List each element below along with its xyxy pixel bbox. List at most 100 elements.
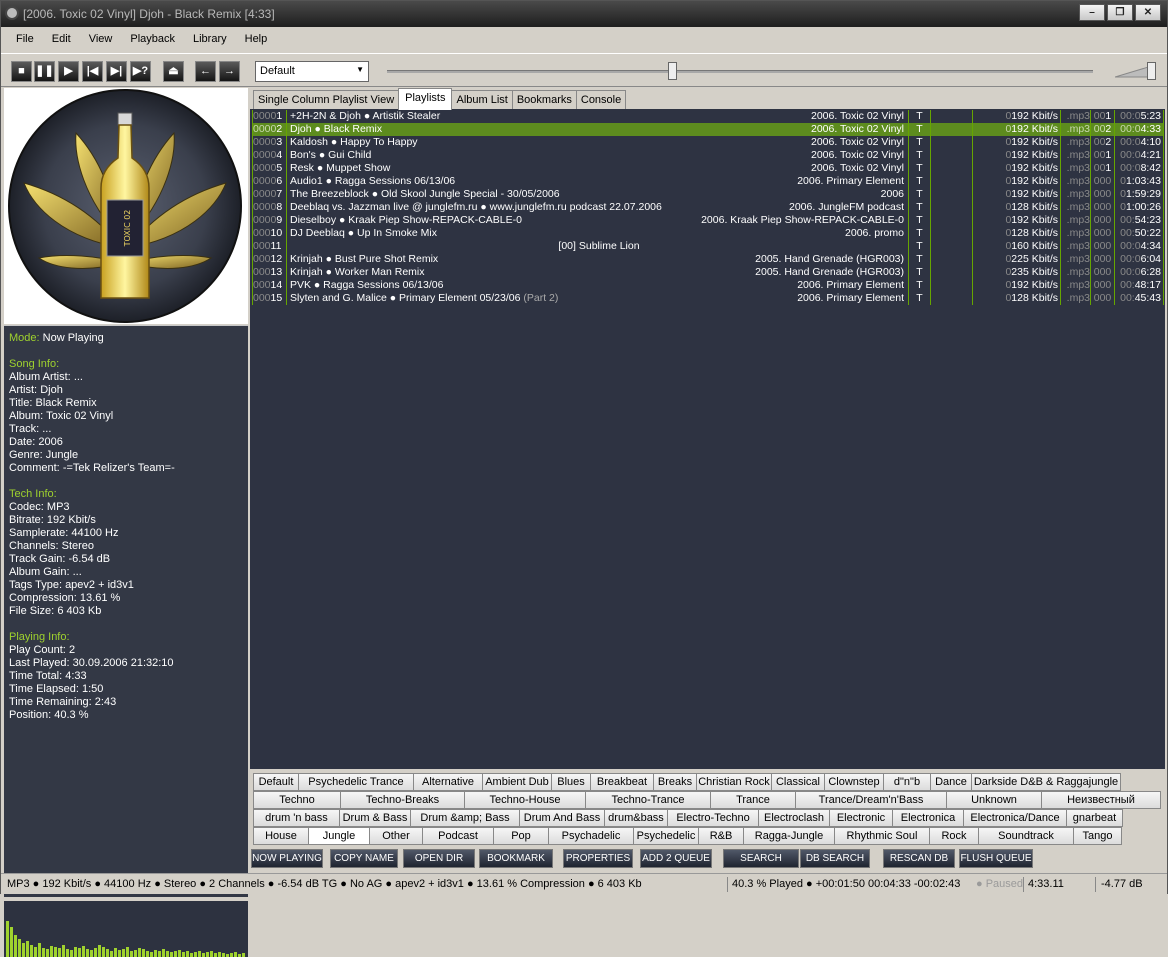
genre-button[interactable]: Darkside D&B & Raggajungle: [971, 773, 1121, 791]
previous-button[interactable]: |◀: [82, 61, 103, 82]
genre-button[interactable]: Неизвестный: [1041, 791, 1161, 809]
playlist-row[interactable]: 00002 Djoh ● Black Remix 2006. Toxic 02 Vi…: [252, 123, 1164, 136]
copy-name-button[interactable]: COPY NAME: [330, 849, 398, 868]
genre-button[interactable]: Electroclash: [758, 809, 830, 827]
menu-library[interactable]: Library: [184, 29, 236, 51]
genre-button[interactable]: Techno-House: [464, 791, 586, 809]
genre-button[interactable]: Alternative: [413, 773, 483, 791]
genre-button[interactable]: Electronica: [892, 809, 964, 827]
db-search-button[interactable]: DB SEARCH: [800, 849, 870, 868]
volume-thumb[interactable]: [1147, 62, 1156, 80]
seek-thumb[interactable]: [668, 62, 677, 80]
genre-button[interactable]: Psychedelic: [633, 827, 699, 845]
playlist-row[interactable]: 00008 Deeblaq vs. Jazzman live @ junglefm…: [252, 201, 1164, 214]
search-button[interactable]: SEARCH: [723, 849, 799, 868]
random-button[interactable]: ▶?: [130, 61, 151, 82]
genre-button[interactable]: drum&bass: [604, 809, 668, 827]
genre-button[interactable]: Default: [253, 773, 299, 791]
genre-button[interactable]: Drum & Bass: [339, 809, 411, 827]
tab-single-column-playlist-view[interactable]: Single Column Playlist View: [253, 90, 400, 110]
genre-button[interactable]: Other: [369, 827, 423, 845]
genre-button[interactable]: Pop: [493, 827, 549, 845]
genre-button[interactable]: Blues: [551, 773, 591, 791]
genre-button[interactable]: Trance/Dream'n'Bass: [795, 791, 947, 809]
genre-button[interactable]: Techno-Trance: [585, 791, 711, 809]
genre-button[interactable]: Drum &amp; Bass: [410, 809, 520, 827]
genre-button[interactable]: House: [253, 827, 309, 845]
tab-album-list[interactable]: Album List: [451, 90, 513, 110]
stop-button[interactable]: ■: [11, 61, 32, 82]
playlist-row[interactable]: 00011 [00] Sublime Lion T 0160 Kbit/s .mp3 00…: [252, 240, 1164, 253]
rescan-db-button[interactable]: RESCAN DB: [883, 849, 955, 868]
playlist-row[interactable]: 00004 Bon's ● Gui Child 2006. Toxic 02 Vin…: [252, 149, 1164, 162]
genre-button[interactable]: Electro-Techno: [667, 809, 759, 827]
genre-button[interactable]: Soundtrack: [978, 827, 1074, 845]
menu-edit[interactable]: Edit: [43, 29, 80, 51]
menu-playback[interactable]: Playback: [121, 29, 184, 51]
menu-help[interactable]: Help: [236, 29, 277, 51]
genre-button[interactable]: Techno: [253, 791, 341, 809]
maximize-button[interactable]: ❐: [1107, 4, 1133, 21]
playlist-row[interactable]: 00010 DJ Deeblaq ● Up In Smoke Mix 2006. p…: [252, 227, 1164, 240]
genre-button[interactable]: Rock: [929, 827, 979, 845]
now-playing-button[interactable]: NOW PLAYING: [251, 849, 323, 868]
genre-button[interactable]: R&B: [698, 827, 744, 845]
genre-button[interactable]: Tango: [1073, 827, 1122, 845]
forward-button[interactable]: →: [219, 61, 240, 82]
open-dir-button[interactable]: OPEN DIR: [403, 849, 475, 868]
track-title: Djoh ● Black Remix: [290, 123, 383, 135]
playlist-row[interactable]: 00014 PVK ● Ragga Sessions 06/13/06 2006. …: [252, 279, 1164, 292]
playlist-row[interactable]: 00006 Audio1 ● Ragga Sessions 06/13/06 200…: [252, 175, 1164, 188]
playlist-row[interactable]: 00013 Krinjah ● Worker Man Remix 2005. Han…: [252, 266, 1164, 279]
genre-button[interactable]: Podcast: [422, 827, 494, 845]
bookmark-button[interactable]: BOOKMARK: [479, 849, 553, 868]
playlist-row[interactable]: 00009 Dieselboy ● Kraak Piep Show-REPACK-…: [252, 214, 1164, 227]
genre-button[interactable]: Electronica/Dance: [963, 809, 1067, 827]
tab-bookmarks[interactable]: Bookmarks: [511, 90, 577, 110]
genre-button[interactable]: Dance: [930, 773, 972, 791]
genre-button[interactable]: Psychadelic: [548, 827, 634, 845]
genre-button[interactable]: Psychedelic Trance: [298, 773, 414, 791]
menu-file[interactable]: File: [7, 29, 43, 51]
genre-button[interactable]: Classical: [771, 773, 825, 791]
playlist-row[interactable]: 00015 Slyten and G. Malice ● Primary Elem…: [252, 292, 1164, 305]
add-2-queue-button[interactable]: ADD 2 QUEUE: [640, 849, 712, 868]
playlist-row[interactable]: 00003 Kaldosh ● Happy To Happy 2006. Toxic…: [252, 136, 1164, 149]
genre-button[interactable]: drum 'n bass: [253, 809, 340, 827]
genre-button[interactable]: Unknown: [946, 791, 1042, 809]
back-button[interactable]: ←: [195, 61, 216, 82]
genre-button[interactable]: Clownstep: [824, 773, 884, 791]
genre-button[interactable]: Christian Rock: [696, 773, 772, 791]
flush-queue-button[interactable]: FLUSH QUEUE: [959, 849, 1033, 868]
genre-button[interactable]: Trance: [710, 791, 796, 809]
genre-button[interactable]: Breakbeat: [590, 773, 654, 791]
playlist-row[interactable]: 00005 Resk ● Muppet Show 2006. Toxic 02 Vi…: [252, 162, 1164, 175]
playlist-row[interactable]: 00001 +2H-2N & Djoh ● Artistik Stealer 200…: [252, 110, 1164, 123]
genre-button[interactable]: Drum And Bass: [519, 809, 605, 827]
seek-bar[interactable]: [387, 70, 1093, 73]
close-button[interactable]: ✕: [1135, 4, 1161, 21]
pause-button[interactable]: ❚❚: [34, 61, 55, 82]
genre-button[interactable]: Ragga-Jungle: [743, 827, 835, 845]
genre-button[interactable]: Breaks: [653, 773, 697, 791]
tab-playlists[interactable]: Playlists: [398, 88, 453, 110]
play-count-cell: 002: [1091, 136, 1115, 149]
minimize-button[interactable]: –: [1079, 4, 1105, 21]
properties-button[interactable]: PROPERTIES: [563, 849, 633, 868]
playlist-row[interactable]: 00007 The Breezeblock ● Old Skool Jungle …: [252, 188, 1164, 201]
genre-button[interactable]: Rhythmic Soul: [834, 827, 930, 845]
menu-view[interactable]: View: [80, 29, 122, 51]
genre-button[interactable]: d"n"b: [883, 773, 931, 791]
playlist-row[interactable]: 00012 Krinjah ● Bust Pure Shot Remix 2005.…: [252, 253, 1164, 266]
genre-button[interactable]: gnarbeat: [1066, 809, 1123, 827]
preset-dropdown[interactable]: Default ▼: [255, 61, 369, 82]
title-bar[interactable]: [2006. Toxic 02 Vinyl] Djoh - Black Remi…: [1, 1, 1167, 27]
genre-button[interactable]: Electronic: [829, 809, 893, 827]
play-button[interactable]: ▶: [58, 61, 79, 82]
eject-button[interactable]: ⏏: [163, 61, 184, 82]
tab-console[interactable]: Console: [575, 90, 627, 110]
genre-button[interactable]: Jungle: [308, 827, 370, 845]
genre-button[interactable]: Ambient Dub: [482, 773, 552, 791]
genre-button[interactable]: Techno-Breaks: [340, 791, 465, 809]
next-button[interactable]: ▶|: [106, 61, 127, 82]
